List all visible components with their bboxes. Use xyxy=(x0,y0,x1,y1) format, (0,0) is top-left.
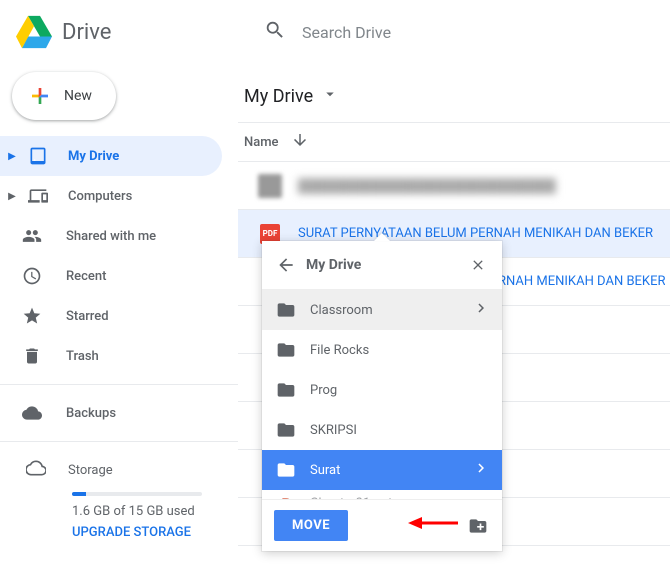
arrow-left-icon xyxy=(276,255,296,275)
popup-folder-item[interactable]: File Rocks xyxy=(262,330,502,370)
sidebar-item-trash[interactable]: Trash xyxy=(0,336,222,376)
sidebar-item-backups[interactable]: Backups xyxy=(0,393,222,433)
storage-icon xyxy=(26,458,46,482)
storage-bar-fill xyxy=(72,492,86,496)
logo-area[interactable]: Drive xyxy=(16,14,254,50)
sidebar-item-starred[interactable]: Starred xyxy=(0,296,222,336)
computers-icon xyxy=(26,184,50,208)
file-name: ████████████████████████████ xyxy=(298,178,556,194)
storage-section: Storage 1.6 GB of 15 GB used UPGRADE STO… xyxy=(0,450,238,540)
close-icon xyxy=(470,257,486,273)
expand-icon[interactable]: ▶ xyxy=(4,151,20,162)
new-button[interactable]: New xyxy=(12,72,116,120)
sidebar-item-recent[interactable]: Recent xyxy=(0,256,222,296)
file-icon xyxy=(258,174,282,198)
drive-logo-icon xyxy=(16,14,52,50)
move-to-popup: My Drive Classroom File Rocks Prog SKRIP… xyxy=(262,241,502,551)
nav-label: Recent xyxy=(66,269,106,284)
breadcrumb[interactable]: My Drive xyxy=(238,76,670,116)
popup-folder-item[interactable]: SKRIPSI xyxy=(262,410,502,450)
file-name: Chapter01.ppt xyxy=(310,496,494,499)
sort-arrow-icon[interactable] xyxy=(291,131,309,153)
column-header[interactable]: Name xyxy=(238,122,670,162)
back-button[interactable] xyxy=(270,249,302,281)
trash-icon xyxy=(20,344,44,368)
folder-icon xyxy=(274,380,298,400)
file-row[interactable]: ████████████████████████████ xyxy=(238,162,670,210)
folder-name: Prog xyxy=(310,383,494,398)
popup-folder-item-selected[interactable]: Surat xyxy=(262,450,502,490)
new-button-label: New xyxy=(64,88,92,104)
divider xyxy=(0,441,238,442)
search-icon xyxy=(264,19,286,45)
ppt-icon: P xyxy=(274,496,298,499)
popup-folder-item[interactable]: Classroom xyxy=(262,290,502,330)
backups-icon xyxy=(20,401,44,425)
app-header: Drive Search Drive xyxy=(0,0,670,64)
chevron-right-icon[interactable] xyxy=(472,299,494,321)
sidebar-item-shared[interactable]: Shared with me xyxy=(0,216,222,256)
nav-label: Trash xyxy=(66,349,99,364)
folder-icon xyxy=(274,300,298,320)
popup-file-item[interactable]: P Chapter01.ppt xyxy=(262,490,502,499)
popup-folder-list[interactable]: Classroom File Rocks Prog SKRIPSI Surat … xyxy=(262,289,502,499)
breadcrumb-label: My Drive xyxy=(244,86,313,107)
plus-icon xyxy=(28,84,52,108)
file-name: RNAH MENIKAH DAN BEKER xyxy=(498,274,665,289)
drive-icon xyxy=(26,144,50,168)
storage-bar xyxy=(72,492,202,496)
sidebar: New ▶ My Drive ▶ Computers Shared with m… xyxy=(0,64,238,569)
divider xyxy=(0,384,238,385)
storage-label: Storage xyxy=(68,463,113,478)
folder-icon xyxy=(274,460,298,480)
starred-icon xyxy=(20,304,44,328)
new-folder-button[interactable] xyxy=(466,514,490,538)
folder-icon xyxy=(274,340,298,360)
folder-icon xyxy=(274,420,298,440)
upgrade-storage-link[interactable]: UPGRADE STORAGE xyxy=(72,525,238,540)
nav-label: Shared with me xyxy=(66,229,156,244)
storage-used-text: 1.6 GB of 15 GB used xyxy=(72,504,238,519)
nav-label: My Drive xyxy=(68,149,119,164)
app-title: Drive xyxy=(62,20,111,45)
popup-folder-item[interactable]: Prog xyxy=(262,370,502,410)
expand-icon[interactable]: ▶ xyxy=(4,191,20,202)
folder-name: File Rocks xyxy=(310,343,494,358)
nav-label: Starred xyxy=(66,309,109,324)
new-folder-icon xyxy=(468,516,488,536)
shared-icon xyxy=(20,224,44,248)
nav-label: Computers xyxy=(68,189,132,204)
file-name: SURAT PERNYATAAN BELUM PERNAH MENIKAH DA… xyxy=(298,226,653,241)
popup-title: My Drive xyxy=(302,257,462,273)
folder-name: SKRIPSI xyxy=(310,423,494,438)
search-placeholder: Search Drive xyxy=(302,23,391,42)
sidebar-item-computers[interactable]: ▶ Computers xyxy=(0,176,222,216)
move-button[interactable]: MOVE xyxy=(274,510,348,541)
close-button[interactable] xyxy=(462,249,494,281)
dropdown-icon xyxy=(321,85,339,108)
folder-name: Classroom xyxy=(310,303,472,318)
popup-header: My Drive xyxy=(262,241,502,289)
folder-name: Surat xyxy=(310,463,472,478)
column-name-label: Name xyxy=(244,135,279,150)
search-bar[interactable]: Search Drive xyxy=(254,19,391,45)
recent-icon xyxy=(20,264,44,288)
sidebar-item-my-drive[interactable]: ▶ My Drive xyxy=(0,136,222,176)
nav-list: ▶ My Drive ▶ Computers Shared with me Re… xyxy=(0,136,238,376)
nav-label: Backups xyxy=(66,406,116,421)
sidebar-item-storage[interactable]: Storage xyxy=(26,450,238,490)
chevron-right-icon[interactable] xyxy=(472,459,494,481)
popup-footer: MOVE xyxy=(262,499,502,551)
